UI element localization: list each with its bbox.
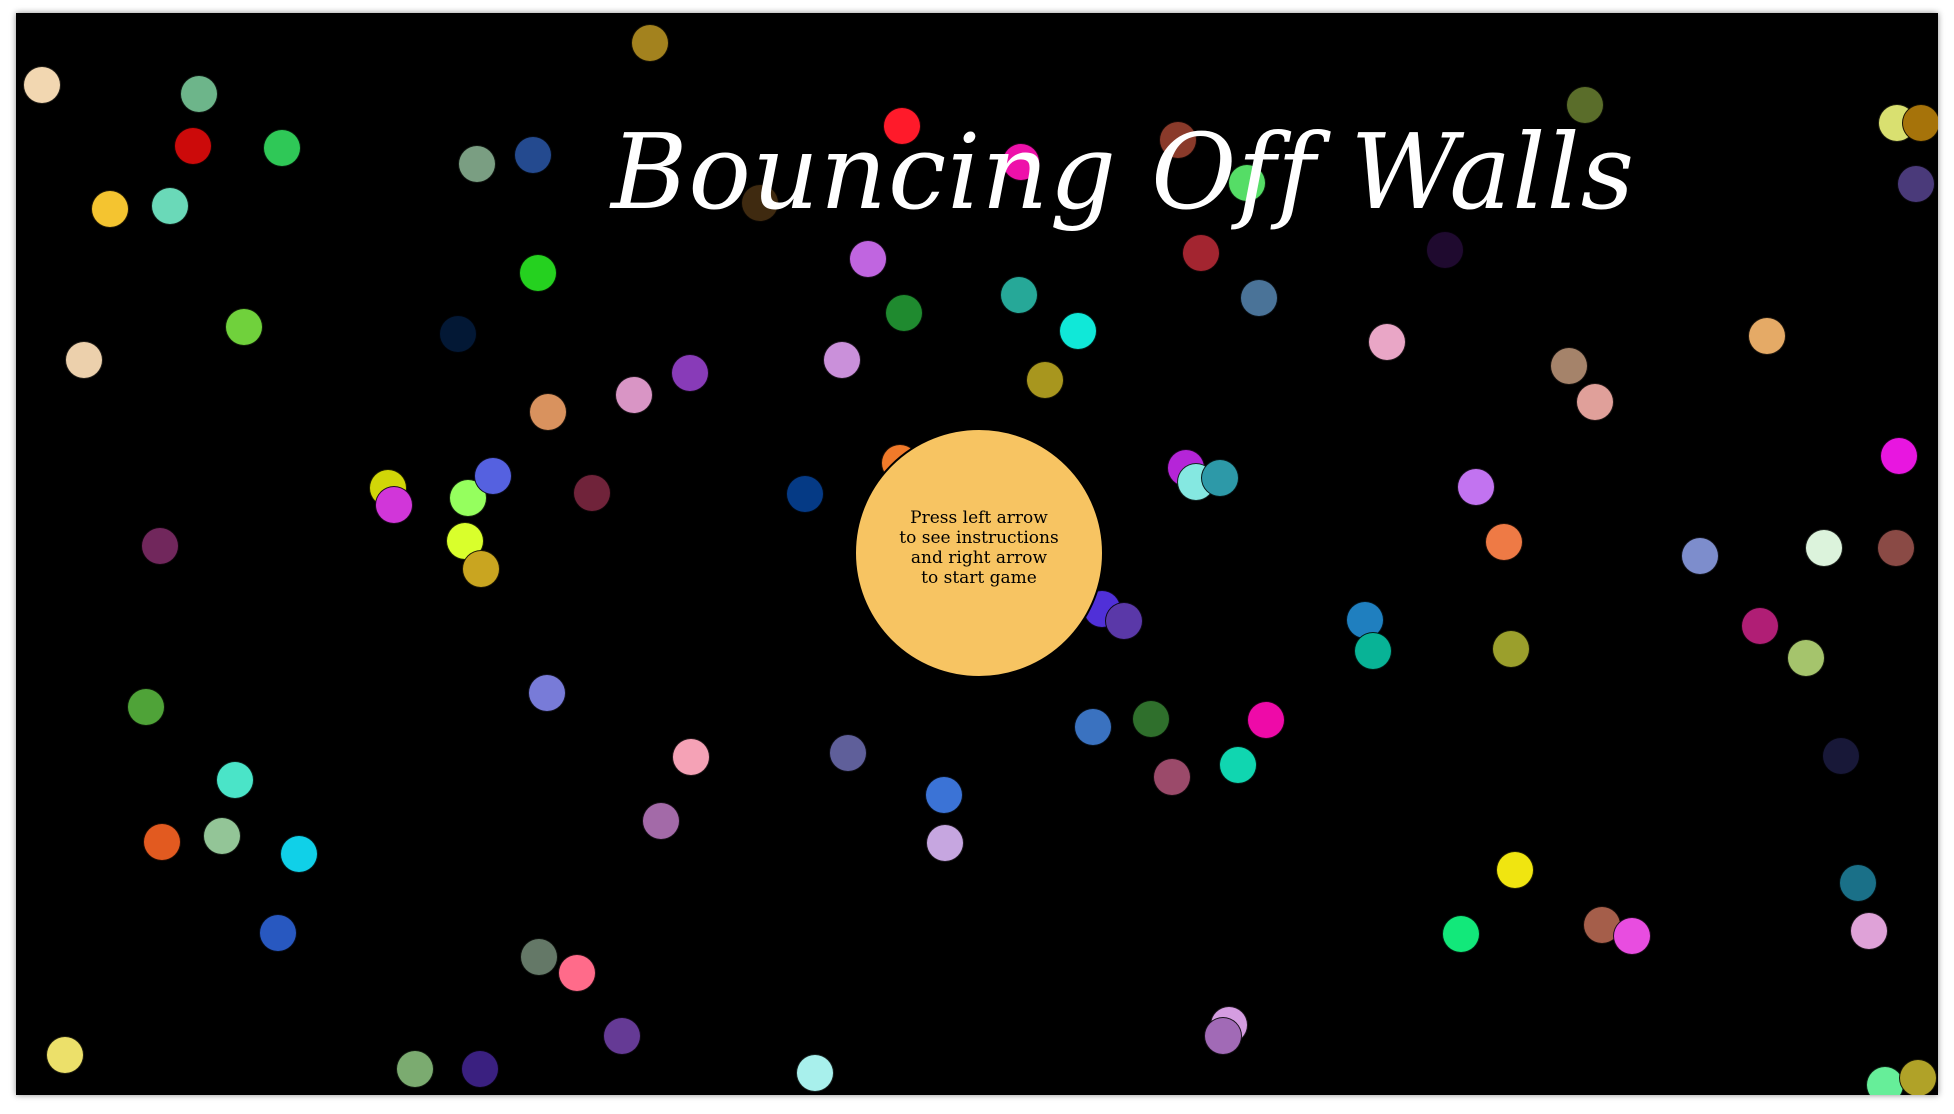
bouncing-ball — [461, 1050, 499, 1088]
game-title: Bouncing Off Walls — [611, 111, 1636, 233]
bouncing-ball — [528, 674, 566, 712]
bouncing-ball — [1201, 459, 1239, 497]
bouncing-ball — [1153, 758, 1191, 796]
bouncing-ball — [375, 486, 413, 524]
bouncing-ball — [1805, 529, 1843, 567]
start-prompt-text: Press left arrow to see instructions and… — [884, 508, 1074, 588]
bouncing-ball — [151, 187, 189, 225]
bouncing-ball — [1000, 276, 1038, 314]
bouncing-ball — [1368, 323, 1406, 361]
bouncing-ball — [1681, 537, 1719, 575]
bouncing-ball — [46, 1036, 84, 1074]
bouncing-ball — [225, 308, 263, 346]
bouncing-ball — [849, 240, 887, 278]
bouncing-ball — [1074, 708, 1112, 746]
game-canvas[interactable]: Bouncing Off Walls Press left arrow to s… — [16, 13, 1938, 1095]
bouncing-ball — [1899, 1059, 1937, 1095]
bouncing-ball — [1741, 607, 1779, 645]
start-prompt-ball: Press left arrow to see instructions and… — [854, 428, 1104, 678]
prompt-line: Press left arrow — [910, 508, 1048, 528]
bouncing-ball — [1105, 602, 1143, 640]
bouncing-ball — [603, 1017, 641, 1055]
bouncing-ball — [458, 145, 496, 183]
bouncing-ball — [1822, 737, 1860, 775]
bouncing-ball — [1839, 864, 1877, 902]
bouncing-ball — [558, 954, 596, 992]
bouncing-ball — [174, 127, 212, 165]
bouncing-ball — [925, 776, 963, 814]
bouncing-ball — [1354, 632, 1392, 670]
bouncing-ball — [23, 66, 61, 104]
bouncing-ball — [1485, 523, 1523, 561]
bouncing-ball — [1457, 468, 1495, 506]
bouncing-ball — [1897, 165, 1935, 203]
bouncing-ball — [180, 75, 218, 113]
bouncing-ball — [642, 802, 680, 840]
bouncing-ball — [1877, 529, 1915, 567]
bouncing-ball — [127, 688, 165, 726]
bouncing-ball — [1748, 317, 1786, 355]
bouncing-ball — [1613, 917, 1651, 955]
bouncing-ball — [796, 1054, 834, 1092]
bouncing-ball — [1026, 361, 1064, 399]
bouncing-ball — [615, 376, 653, 414]
bouncing-ball — [1496, 851, 1534, 889]
bouncing-ball — [263, 129, 301, 167]
bouncing-ball — [1240, 279, 1278, 317]
bouncing-ball — [519, 254, 557, 292]
bouncing-ball — [786, 475, 824, 513]
bouncing-ball — [396, 1050, 434, 1088]
bouncing-ball — [514, 136, 552, 174]
bouncing-ball — [631, 24, 669, 62]
bouncing-ball — [926, 824, 964, 862]
bouncing-ball — [474, 457, 512, 495]
bouncing-ball — [462, 550, 500, 588]
prompt-line: to start game — [921, 568, 1037, 588]
prompt-line: and right arrow — [910, 548, 1048, 568]
bouncing-ball — [1787, 639, 1825, 677]
bouncing-ball — [203, 817, 241, 855]
bouncing-ball — [671, 354, 709, 392]
bouncing-ball — [520, 938, 558, 976]
bouncing-ball — [1426, 231, 1464, 269]
bouncing-ball — [823, 341, 861, 379]
bouncing-ball — [1850, 912, 1888, 950]
bouncing-ball — [259, 914, 297, 952]
bouncing-ball — [1492, 630, 1530, 668]
bouncing-ball — [1880, 437, 1918, 475]
bouncing-ball — [1550, 347, 1588, 385]
bouncing-ball — [1902, 104, 1938, 142]
bouncing-ball — [91, 190, 129, 228]
bouncing-ball — [280, 835, 318, 873]
bouncing-ball — [65, 341, 103, 379]
bouncing-ball — [1576, 383, 1614, 421]
bouncing-ball — [1059, 312, 1097, 350]
bouncing-ball — [1247, 701, 1285, 739]
bouncing-ball — [1132, 700, 1170, 738]
bouncing-ball — [829, 734, 867, 772]
bouncing-ball — [1219, 746, 1257, 784]
bouncing-ball — [1442, 915, 1480, 953]
bouncing-ball — [672, 738, 710, 776]
bouncing-ball — [216, 761, 254, 799]
bouncing-ball — [529, 393, 567, 431]
bouncing-ball — [1182, 234, 1220, 272]
bouncing-ball — [141, 527, 179, 565]
prompt-line: to see instructions — [899, 528, 1059, 548]
bouncing-ball — [143, 823, 181, 861]
bouncing-ball — [1204, 1017, 1242, 1055]
bouncing-ball — [439, 315, 477, 353]
bouncing-ball — [573, 474, 611, 512]
bouncing-ball — [885, 294, 923, 332]
